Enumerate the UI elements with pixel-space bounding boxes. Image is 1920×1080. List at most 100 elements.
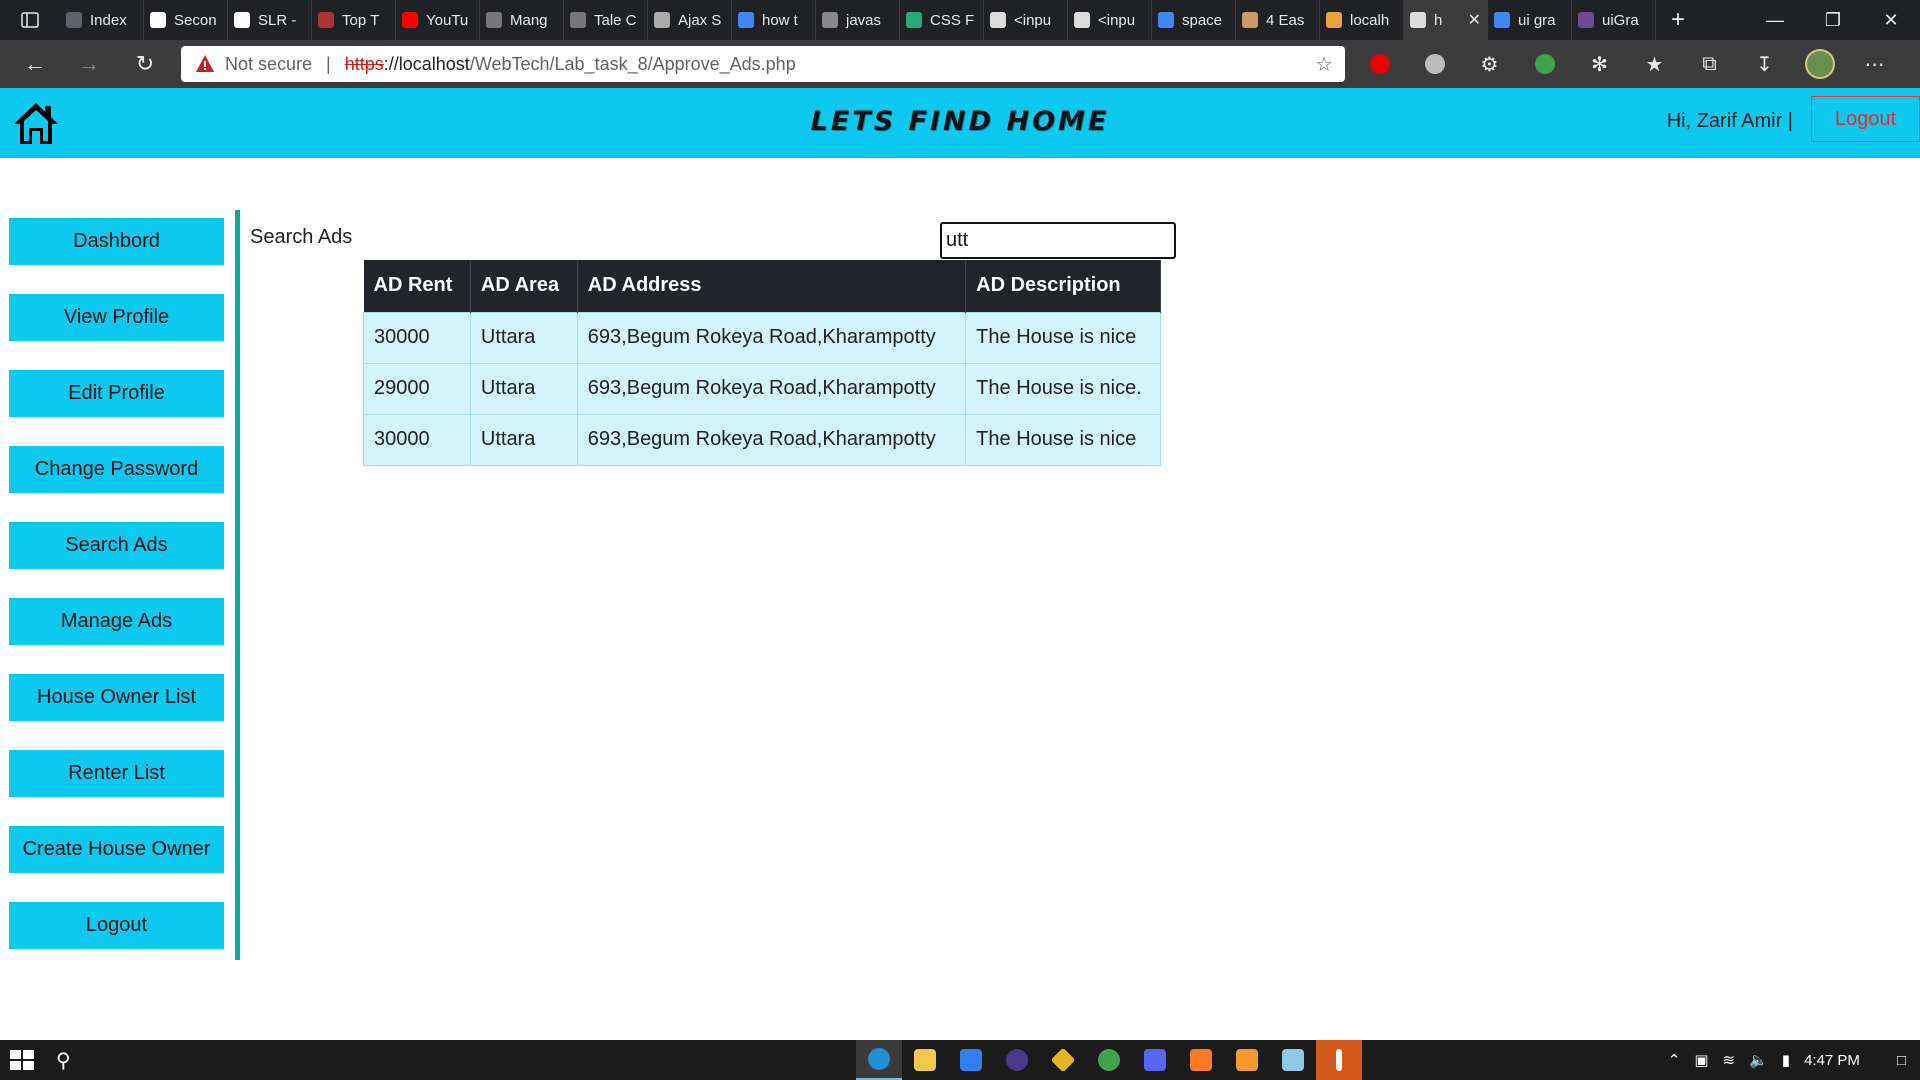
browser-tab[interactable]: Ajax S — [648, 0, 732, 40]
tab-label: h — [1434, 11, 1443, 29]
tab-label: Index — [90, 11, 127, 29]
restore-icon[interactable]: ❐ — [1804, 0, 1862, 40]
recorder-taskbar-icon[interactable] — [1316, 1040, 1362, 1080]
close-tab-icon[interactable]: ✕ — [1468, 10, 1481, 30]
browser-tab[interactable]: Index — [60, 0, 144, 40]
refresh-icon[interactable]: ↻ — [118, 40, 172, 88]
browser-tab[interactable]: Top T — [312, 0, 396, 40]
browser-tab[interactable]: <inpu — [1068, 0, 1152, 40]
sidebar: Dashbord View Profile Edit Profile Change P… — [0, 210, 240, 960]
discord-taskbar-icon[interactable] — [1132, 1040, 1178, 1080]
notifications-icon[interactable]: □ — [1897, 1052, 1906, 1069]
volume-icon[interactable]: 🔈 — [1749, 1051, 1768, 1069]
search-ads-input[interactable] — [940, 222, 1176, 259]
minimize-icon[interactable]: — — [1746, 0, 1804, 40]
browser-tab[interactable]: Mang — [480, 0, 564, 40]
table-row: 30000 Uttara 693,Begum Rokeya Road,Kharamp… — [363, 413, 1161, 466]
tab-favicon-icon — [318, 12, 334, 28]
browser-tab[interactable]: Secon — [144, 0, 228, 40]
extension-icon[interactable] — [1407, 40, 1462, 88]
taskbar-clock[interactable]: 4:47 PM — [1804, 1052, 1860, 1069]
tab-label: <inpu — [1098, 11, 1136, 29]
table-cell: The House is nice — [965, 311, 1161, 364]
sidebar-item-create-house-owner[interactable]: Create House Owner — [9, 826, 224, 873]
edge-extension-icon[interactable] — [1517, 40, 1572, 88]
url-path: /WebTech/Lab_task_8/Approve_Ads.php — [469, 53, 796, 74]
browser-tab[interactable]: uiGra — [1572, 0, 1656, 40]
tab-label: CSS F — [930, 11, 975, 29]
extensions-puzzle-icon[interactable]: ✻ — [1572, 40, 1627, 88]
file-explorer-taskbar-icon[interactable] — [902, 1040, 948, 1080]
tab-favicon-icon — [150, 12, 166, 28]
header-logout-button[interactable]: Logout — [1811, 96, 1920, 142]
tab-label: Tale C — [594, 11, 637, 29]
browser-tab[interactable]: javas — [816, 0, 900, 40]
battery-icon[interactable]: ▮ — [1782, 1051, 1790, 1069]
browser-tab[interactable]: ui gra — [1488, 0, 1572, 40]
edge-taskbar-icon[interactable] — [856, 1040, 902, 1080]
tab-favicon-icon — [66, 12, 82, 28]
add-favorite-icon[interactable]: ☆ — [1315, 52, 1333, 77]
sidebar-item-manage-ads[interactable]: Manage Ads — [9, 598, 224, 645]
browser-tab[interactable]: SLR - — [228, 0, 312, 40]
eclipse-taskbar-icon[interactable] — [994, 1040, 1040, 1080]
sidebar-item-logout[interactable]: Logout — [9, 902, 224, 949]
tab-favicon-icon — [1074, 12, 1090, 28]
browser-tab[interactable]: localh — [1320, 0, 1404, 40]
collections-icon[interactable]: ⧉ — [1682, 40, 1737, 88]
more-menu-icon[interactable]: ⋯ — [1847, 40, 1902, 88]
browser-tab[interactable]: 4 Eas — [1236, 0, 1320, 40]
browser-tab[interactable]: h ✕ — [1404, 0, 1488, 40]
tab-label: Mang — [510, 11, 548, 29]
xampp-taskbar-icon[interactable] — [1178, 1040, 1224, 1080]
url-host: ://localhost — [383, 53, 470, 74]
new-tab-button[interactable]: + — [1656, 0, 1700, 40]
downloads-icon[interactable]: ↧ — [1737, 40, 1792, 88]
sidebar-item-search-ads[interactable]: Search Ads — [9, 522, 224, 569]
browser-tab[interactable]: how t — [732, 0, 816, 40]
close-window-icon[interactable]: ✕ — [1862, 0, 1920, 40]
table-cell: Uttara — [469, 362, 578, 415]
notepad-taskbar-icon[interactable] — [1270, 1040, 1316, 1080]
ads-table: AD Rent AD Area AD Address AD Description 3… — [363, 260, 1161, 466]
sublime-taskbar-icon[interactable] — [1224, 1040, 1270, 1080]
address-bar[interactable]: Not secure | https://localhost/WebTech/L… — [181, 46, 1345, 82]
site-header: LETS FIND HOME Hi, Zarif Amir | Logout — [0, 88, 1920, 158]
browser-tab[interactable]: <inpu — [984, 0, 1068, 40]
edge-dev-taskbar-icon[interactable] — [1086, 1040, 1132, 1080]
tray-app-icon[interactable]: ▣ — [1694, 1051, 1708, 1069]
sidebar-item-renter-list[interactable]: Renter List — [9, 750, 224, 797]
sidebar-item-house-owner-list[interactable]: House Owner List — [9, 674, 224, 721]
tab-favicon-icon — [1326, 12, 1342, 28]
sidebar-item-change-password[interactable]: Change Password — [9, 446, 224, 493]
translator-extension-icon[interactable]: ⚙ — [1462, 40, 1517, 88]
wifi-icon[interactable]: ≋ — [1723, 1051, 1736, 1069]
tab-label: <inpu — [1014, 11, 1052, 29]
taskbar-search-icon[interactable]: ⚲ — [56, 1048, 71, 1073]
tab-actions-icon[interactable] — [0, 0, 60, 40]
tray-chevron-icon[interactable]: ⌃ — [1668, 1051, 1681, 1069]
sidebar-item-dashbord[interactable]: Dashbord — [9, 218, 224, 265]
back-icon[interactable]: ← — [8, 40, 62, 88]
store-taskbar-icon[interactable] — [948, 1040, 994, 1080]
adblock-extension-icon[interactable] — [1352, 40, 1407, 88]
git-taskbar-icon[interactable] — [1040, 1040, 1086, 1080]
profile-avatar[interactable] — [1792, 40, 1847, 88]
tab-label: javas — [846, 11, 882, 29]
tab-label: Top T — [342, 11, 380, 29]
browser-tab[interactable]: YouTu — [396, 0, 480, 40]
windows-start-icon[interactable] — [8, 1048, 36, 1072]
forward-icon[interactable]: → — [62, 40, 116, 88]
table-cell: 693,Begum Rokeya Road,Kharampotty — [576, 311, 967, 364]
browser-tab[interactable]: Tale C — [564, 0, 648, 40]
tab-favicon-icon — [906, 12, 922, 28]
user-greeting: Hi, Zarif Amir | — [1666, 110, 1793, 132]
browser-tab[interactable]: CSS F — [900, 0, 984, 40]
sidebar-item-edit-profile[interactable]: Edit Profile — [9, 370, 224, 417]
url-scheme: https — [344, 53, 384, 74]
tab-favicon-icon — [738, 12, 754, 28]
sidebar-item-view-profile[interactable]: View Profile — [9, 294, 224, 341]
taskbar-apps — [856, 1040, 1362, 1080]
browser-tab[interactable]: space — [1152, 0, 1236, 40]
favorites-icon[interactable]: ★ — [1627, 40, 1682, 88]
